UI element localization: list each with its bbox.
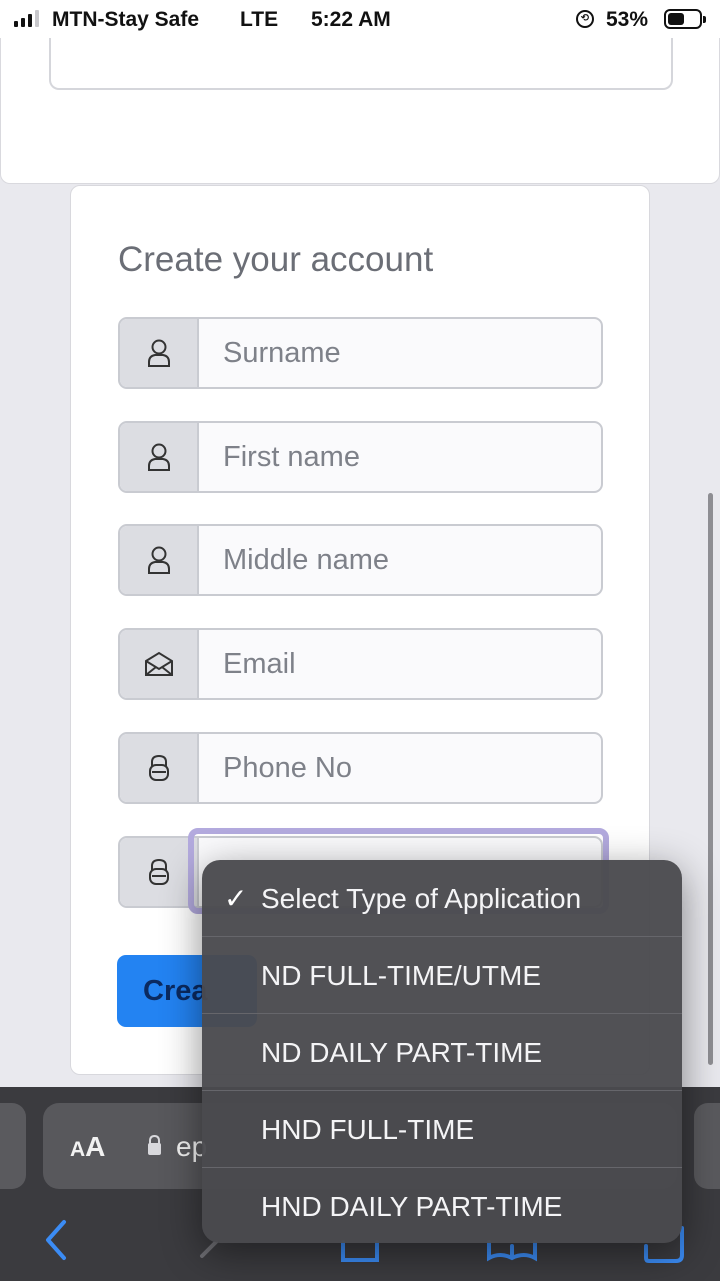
phone-placeholder: Phone No: [223, 751, 352, 784]
first-name-placeholder: First name: [223, 440, 360, 473]
middle-name-field[interactable]: Middle name: [118, 524, 603, 596]
lock-icon: [120, 734, 199, 802]
dropdown-option-label: ND FULL-TIME/UTME: [261, 959, 541, 991]
status-bar: MTN-Stay Safe LTE 5:22 AM ⟲ 53%: [0, 0, 720, 38]
middle-name-placeholder: Middle name: [223, 543, 390, 576]
back-arrow-icon[interactable]: [42, 1218, 70, 1262]
share-icon[interactable]: [340, 1240, 380, 1264]
dropdown-option[interactable]: HND FULL-TIME: [202, 1091, 682, 1168]
signal-strength-icon: [14, 10, 39, 27]
dropdown-option[interactable]: ND DAILY PART-TIME: [202, 1014, 682, 1091]
email-field[interactable]: Email: [118, 628, 603, 700]
envelope-icon: [120, 630, 199, 698]
dropdown-option-label: ND DAILY PART-TIME: [261, 1036, 543, 1068]
surname-placeholder: Surname: [223, 336, 341, 369]
battery-icon: [664, 9, 706, 29]
dropdown-option[interactable]: HND DAILY PART-TIME: [202, 1168, 682, 1243]
create-account-label: Crea: [143, 974, 208, 1007]
network-type: LTE: [240, 8, 279, 31]
rotation-lock-icon: ⟲: [576, 10, 594, 28]
dropdown-option-label: Select Type of Application: [261, 882, 582, 914]
previous-tab-preview[interactable]: [0, 1103, 26, 1189]
surname-field[interactable]: Surname: [118, 317, 603, 389]
secure-lock-icon: [148, 1134, 161, 1155]
application-type-dropdown: ✓ Select Type of Application ND FULL-TIM…: [202, 860, 682, 1243]
email-placeholder: Email: [223, 647, 296, 680]
phone-field[interactable]: Phone No: [118, 732, 603, 804]
next-tab-preview[interactable]: [694, 1103, 720, 1189]
bookmarks-icon[interactable]: [486, 1240, 538, 1264]
battery-percentage: 53%: [606, 8, 649, 31]
scroll-indicator[interactable]: [708, 493, 713, 1065]
textarea-field[interactable]: [49, 38, 673, 90]
dropdown-option[interactable]: ✓ Select Type of Application: [202, 860, 682, 937]
dropdown-option-label: HND DAILY PART-TIME: [261, 1190, 563, 1222]
person-icon: [120, 319, 199, 387]
person-icon: [120, 423, 199, 491]
first-name-field[interactable]: First name: [118, 421, 603, 493]
checkmark-icon: ✓: [224, 883, 248, 914]
status-time: 5:22 AM: [311, 8, 391, 31]
dropdown-option[interactable]: ND FULL-TIME/UTME: [202, 937, 682, 1014]
carrier-name: MTN-Stay Safe: [52, 8, 200, 31]
previous-card: [0, 38, 720, 184]
dropdown-option-label: HND FULL-TIME: [261, 1113, 475, 1145]
reader-settings-button[interactable]: AA: [70, 1131, 105, 1163]
page-title: Create your account: [118, 240, 434, 279]
person-icon: [120, 526, 199, 594]
